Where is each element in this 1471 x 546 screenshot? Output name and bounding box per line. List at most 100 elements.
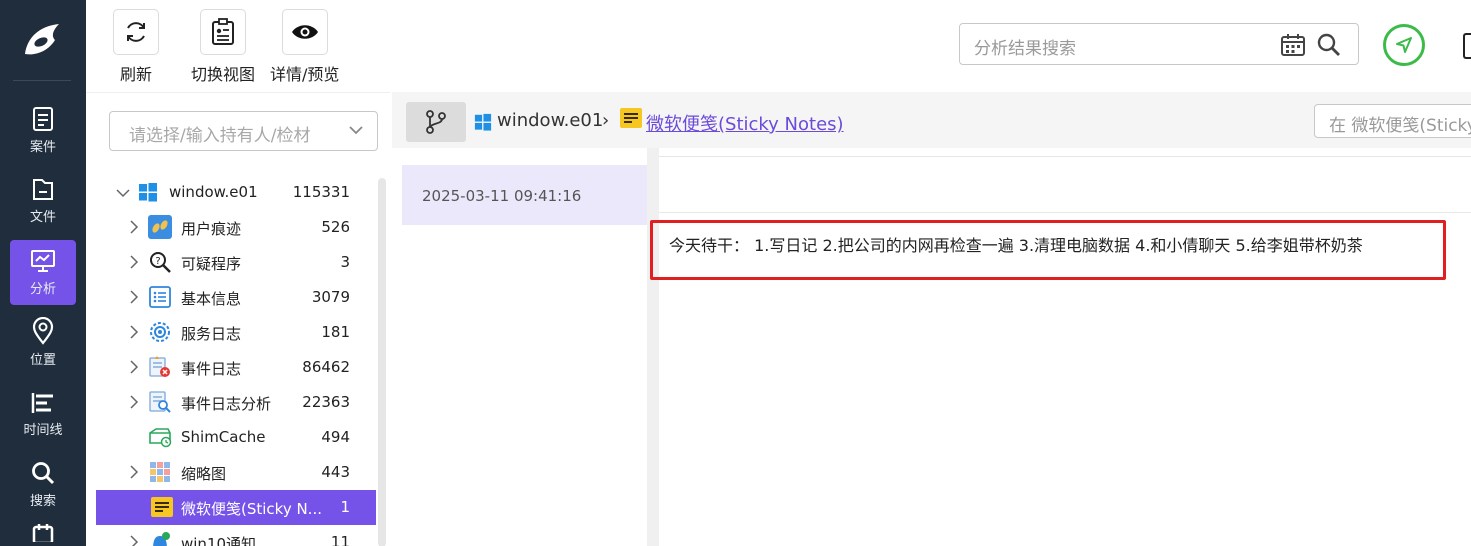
tree-item-sticky-notes[interactable]: 微软便笺(Sticky N... 1 [96,490,376,525]
refresh-button[interactable] [113,9,159,55]
breadcrumb: window.e01 › 微软便笺(Sticky Notes) 在 微软便笺(S… [392,92,1471,148]
branch-button[interactable] [406,102,466,142]
category-search-input[interactable]: 在 微软便笺(Sticky Notes)中搜索 [1314,104,1471,138]
analysis-icon [31,250,55,272]
tree-item-event-log[interactable]: 事件日志 86462 [96,350,376,385]
switch-view-tool[interactable]: 切换视图 [191,9,255,85]
tree-item-label: 服务日志 [181,325,242,343]
tree-item-shimcache[interactable]: ShimCache 494 [96,420,376,455]
detail-preview-tool[interactable]: 详情/预览 [270,9,339,85]
detail-preview-button[interactable] [281,9,328,55]
switch-view-label: 切换视图 [191,65,256,84]
nav-label-timeline: 时间线 [23,423,63,438]
detail-preview-label: 详情/预览 [270,65,340,84]
breadcrumb-root[interactable]: window.e01 [497,110,603,131]
branch-icon [426,110,446,134]
tree-item-thumbnail[interactable]: 缩略图 443 [96,455,376,490]
chevron-right-icon [130,290,139,304]
tree-item-count: 3079 [311,288,350,306]
owner-select-placeholder: 请选择/输入持有人/检材 [129,126,311,146]
nav-item-case[interactable]: 案件 [10,98,76,163]
panel-divider[interactable] [647,148,659,546]
nav-item-analysis[interactable]: 分析 [10,240,76,305]
record-list: 2025-03-11 09:41:16 [402,156,647,546]
tree-item-user-trace[interactable]: 用户痕迹 526 [96,210,376,245]
nav-label-file: 文件 [29,210,56,225]
event-log-icon [149,356,170,377]
owner-select[interactable]: 请选择/输入持有人/检材 [109,111,378,151]
location-pin-icon [1396,37,1412,53]
tree-item-label: 可疑程序 [181,255,242,273]
refresh-label: 刷新 [119,65,152,84]
chevron-right-icon [130,255,139,269]
thumbnail-icon [150,462,170,482]
nav-label-analysis: 分析 [29,282,56,297]
search-icon [32,462,55,485]
clipboard-view-icon [212,18,234,45]
tree-item-count: 86462 [302,358,350,376]
tree-item-count: 3 [340,253,350,271]
chevron-right-icon [130,325,139,339]
main-nav: 案件 文件 分析 位置 时间线 搜索 [0,0,86,546]
nav-label-search: 搜索 [29,494,56,509]
tree-item-label: 事件日志 [181,360,242,378]
analysis-search-box[interactable]: 分析结果搜索 [959,23,1359,65]
chevron-right-icon [130,220,139,234]
chevron-right-icon [130,465,139,479]
switch-view-button[interactable] [200,9,246,55]
svg-text:?: ? [155,256,160,267]
tree-root-count: 115331 [292,183,350,201]
panel-toggle-button[interactable] [1463,33,1471,59]
tree-item-count: 526 [321,218,350,236]
search-submit-icon[interactable] [1316,32,1342,58]
chevron-right-icon [130,535,139,546]
windows-icon [474,113,492,131]
tree-item-service-log[interactable]: 服务日志 181 [96,315,376,350]
chevron-right-icon [130,395,139,409]
tree-item-count: 494 [321,428,350,446]
list-item[interactable]: 2025-03-11 09:41:16 [402,165,647,225]
detail-header [659,157,1471,213]
chevron-down-icon [349,126,363,135]
nav-label-location: 位置 [29,353,56,368]
nav-item-location[interactable]: 位置 [10,310,76,375]
nav-item-file[interactable]: 文件 [10,168,76,233]
sticky-notes-icon [151,497,173,517]
tree-root-label: window.e01 [169,183,258,201]
tree-item-suspicious-program[interactable]: ? 可疑程序 3 [96,245,376,280]
category-search-placeholder: 在 微软便笺(Sticky Notes)中搜索 [1329,116,1471,136]
analysis-search-placeholder: 分析结果搜索 [974,39,1076,59]
date-picker-icon[interactable] [1280,33,1306,57]
nav-item-timeline[interactable]: 时间线 [10,382,76,447]
timeline-icon [31,393,53,413]
tree-item-notification[interactable]: win10通知 11 [96,525,376,546]
tree-item-label: 用户痕迹 [181,220,242,238]
basic-info-icon [149,286,171,308]
tree-item-label: ShimCache [181,428,266,446]
notification-icon [153,532,170,546]
tree-item-label: win10通知 [181,535,257,546]
refresh-icon [127,22,145,42]
refresh-tool[interactable]: 刷新 [113,9,159,85]
chevron-down-icon [116,189,130,198]
shimcache-icon [149,428,172,448]
locate-button[interactable] [1383,24,1425,66]
chevron-right-icon [130,360,139,374]
logo-divider [13,80,71,81]
tree-item-basic-info[interactable]: 基本信息 3079 [96,280,376,315]
nav-item-more[interactable] [10,522,76,546]
tree-item-label: 基本信息 [181,290,242,308]
user-trace-icon [148,215,172,239]
tree-scrollbar[interactable] [378,178,386,546]
tree-item-count: 443 [321,463,350,481]
calendar-icon [32,524,54,542]
eye-icon [291,25,318,39]
evidence-tree-panel: 请选择/输入持有人/检材 window.e01 115331 用户痕迹 526 … [86,92,390,546]
tree-root[interactable]: window.e01 115331 [96,175,376,210]
breadcrumb-current[interactable]: 微软便笺(Sticky Notes) [646,110,844,136]
suspicious-program-icon: ? [150,252,171,273]
record-detail: 今天待干： 1.写日记 2.把公司的内网再检查一遍 3.清理电脑数据 4.和小倩… [650,156,1471,546]
nav-item-search[interactable]: 搜索 [10,452,76,517]
service-log-icon [150,322,170,342]
tree-item-event-log-analysis[interactable]: 事件日志分析 22363 [96,385,376,420]
